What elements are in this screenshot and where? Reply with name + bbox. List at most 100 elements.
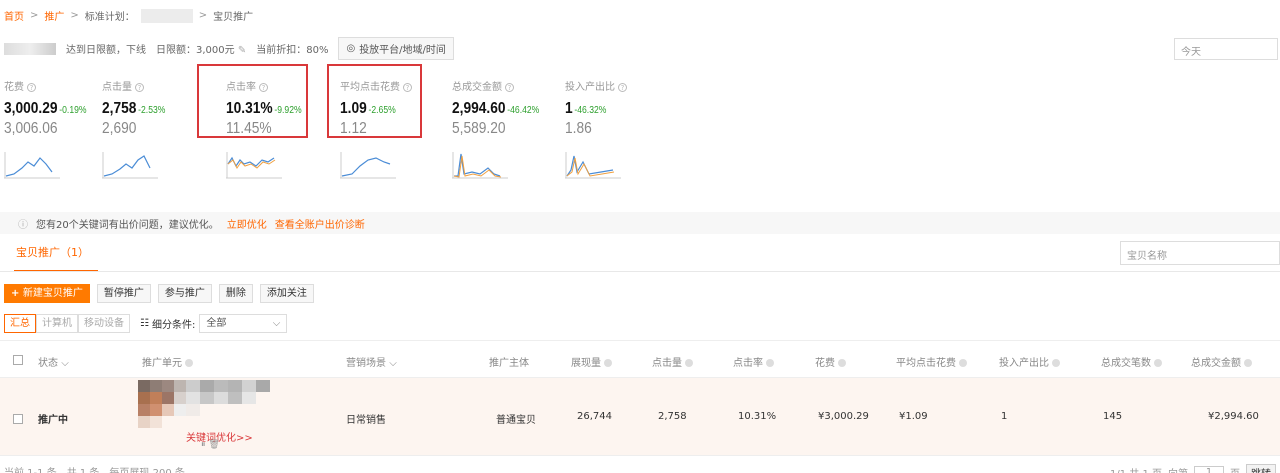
date-range-select[interactable]: 今天 xyxy=(1174,38,1278,60)
limit-status-text: 达到日限额，下线 xyxy=(66,45,146,56)
breadcrumb-separator: > xyxy=(198,10,208,21)
delete-icon[interactable]: 🗑 xyxy=(208,440,219,450)
plan-name-blurred xyxy=(4,42,56,55)
pause-icon[interactable]: ⏸ xyxy=(201,440,206,450)
breadcrumb: 首页 > 推广 > 标准计划： > 宝贝推广 xyxy=(4,8,253,23)
help-icon[interactable] xyxy=(1244,359,1252,367)
daily-limit-value: 日限额：3,000元 xyxy=(156,45,235,56)
metric-card[interactable]: 总成交金额? 2,994.60 -46.42% 5,589.20 xyxy=(452,78,562,180)
header-avg-cpc[interactable]: 平均点击花费 xyxy=(896,354,967,369)
header-avg-cpc-label: 平均点击花费 xyxy=(896,358,956,369)
header-orders[interactable]: 总成交笔数 xyxy=(1101,354,1162,369)
metric-value: 2,758 xyxy=(102,100,137,117)
platform-button-label: 投放平台/地域/时间 xyxy=(359,45,446,56)
discount-text: 当前折扣：80% xyxy=(256,45,329,56)
header-subject: 推广主体 xyxy=(489,358,529,369)
breadcrumb-promote[interactable]: 推广 xyxy=(44,8,64,23)
platform-region-time-button[interactable]: ◎ 投放平台/地域/时间 xyxy=(338,37,454,60)
header-clicks[interactable]: 点击量 xyxy=(652,354,693,369)
metric-label-text: 花费 xyxy=(4,82,24,93)
header-cost[interactable]: 花费 xyxy=(815,354,846,369)
help-icon[interactable] xyxy=(685,359,693,367)
pager-goto-label: 向第 xyxy=(1168,465,1188,473)
metric-label: 点击量? xyxy=(102,78,212,93)
breadcrumb-home[interactable]: 首页 xyxy=(4,8,24,23)
metric-value-row: 2,994.60 -46.42% xyxy=(452,100,547,118)
row-status: 推广中 xyxy=(38,415,68,426)
row-clicks: 2,758 xyxy=(658,411,687,422)
select-all-checkbox[interactable] xyxy=(13,355,23,365)
help-icon[interactable] xyxy=(959,359,967,367)
header-gmv[interactable]: 总成交金额 xyxy=(1191,354,1252,369)
metric-change: -0.19% xyxy=(59,105,87,116)
pager-page-input[interactable]: 1 xyxy=(1194,465,1224,473)
plan-name-redacted xyxy=(140,8,193,23)
row-gmv: ¥2,994.60 xyxy=(1208,411,1259,422)
row-checkbox[interactable] xyxy=(13,414,23,424)
metric-card[interactable]: 点击量? 2,758 -2.53% 2,690 xyxy=(102,78,212,180)
product-name-search-input[interactable]: 宝贝名称 xyxy=(1120,241,1280,265)
help-icon[interactable] xyxy=(1052,359,1060,367)
help-icon[interactable] xyxy=(604,359,612,367)
help-icon[interactable]: ? xyxy=(27,83,36,92)
metric-change: -2.53% xyxy=(138,105,166,116)
metric-value-row: 2,758 -2.53% xyxy=(102,100,197,118)
plus-icon: + xyxy=(11,288,23,299)
help-icon[interactable]: ? xyxy=(505,83,514,92)
metric-card[interactable]: 投入产出比? 1 -46.32% 1.86 xyxy=(565,78,675,180)
metric-change: -46.42% xyxy=(507,105,540,116)
pager-controls: 1/1 共 1 页 向第 1 页 跳转 xyxy=(1110,464,1276,473)
optimize-now-link[interactable]: 立即优化 xyxy=(227,216,267,231)
action-toolbar: + 新建宝贝推广 暂停推广 参与推广 删除 添加关注 xyxy=(4,284,314,303)
help-icon[interactable] xyxy=(766,359,774,367)
list-icon: ☷ xyxy=(140,318,149,329)
edit-pencil-icon[interactable]: ✎ xyxy=(238,45,246,56)
breakdown-label: ☷ 细分条件: xyxy=(140,316,195,331)
segment-computer[interactable]: 计算机 xyxy=(36,314,78,333)
metric-label: 花费? xyxy=(4,78,114,93)
row-subject: 普通宝贝 xyxy=(496,415,536,426)
header-impressions[interactable]: 展现量 xyxy=(571,354,612,369)
header-clicks-label: 点击量 xyxy=(652,358,682,369)
segment-summary[interactable]: 汇总 xyxy=(4,314,36,333)
account-diagnosis-link[interactable]: 查看全账户出价诊断 xyxy=(275,216,365,231)
pager-jump-button[interactable]: 跳转 xyxy=(1246,464,1276,473)
help-icon[interactable]: ? xyxy=(618,83,627,92)
breadcrumb-separator: > xyxy=(30,10,39,21)
header-status[interactable]: 状态 ⌵ xyxy=(38,354,69,369)
metric-sparkline xyxy=(340,152,396,179)
header-unit: 推广单元 xyxy=(142,354,193,369)
row-cost: ¥3,000.29 xyxy=(818,411,869,422)
metric-value: 2,994.60 xyxy=(452,100,506,117)
segment-mobile[interactable]: 移动设备 xyxy=(78,314,130,333)
metric-card[interactable]: 花费? 3,000.29 -0.19% 3,006.06 xyxy=(4,78,114,180)
delete-button[interactable]: 删除 xyxy=(218,284,253,303)
metric-label: 总成交金额? xyxy=(452,78,562,93)
header-ctr[interactable]: 点击率 xyxy=(733,354,774,369)
metric-value: 3,000.29 xyxy=(4,100,58,117)
header-roi[interactable]: 投入产出比 xyxy=(999,354,1060,369)
tab-divider xyxy=(0,271,1280,272)
breadcrumb-current: 宝贝推广 xyxy=(213,12,254,23)
header-scene[interactable]: 营销场景 ⌵ xyxy=(346,354,397,369)
device-filter-row: 汇总 计算机 移动设备 ☷ 细分条件: 全部 ⌵ xyxy=(4,314,288,333)
product-image-blurred[interactable] xyxy=(138,380,272,428)
join-promotion-button[interactable]: 参与推广 xyxy=(157,284,212,303)
add-follow-button[interactable]: 添加关注 xyxy=(259,284,314,303)
header-gmv-label: 总成交金额 xyxy=(1191,358,1241,369)
help-icon[interactable] xyxy=(1154,359,1162,367)
metric-sparkline xyxy=(452,152,508,179)
row-impressions: 26,744 xyxy=(577,411,612,422)
breakdown-select-value: 全部 xyxy=(206,318,227,329)
tab-product-promotion[interactable]: 宝贝推广（1） xyxy=(14,244,98,272)
help-icon[interactable] xyxy=(838,359,846,367)
help-icon[interactable] xyxy=(185,359,193,367)
pause-promotion-button[interactable]: 暂停推广 xyxy=(96,284,151,303)
daily-limit-text: 日限额：3,000元 ✎ xyxy=(156,41,246,56)
breakdown-select[interactable]: 全部 ⌵ xyxy=(199,314,288,333)
new-product-promotion-button[interactable]: + 新建宝贝推广 xyxy=(4,284,90,303)
help-icon[interactable]: ? xyxy=(135,83,144,92)
chevron-down-icon: ⌵ xyxy=(389,358,397,369)
breadcrumb-plan-label: 标准计划： xyxy=(84,12,135,23)
settings-icon: ◎ xyxy=(346,43,356,54)
